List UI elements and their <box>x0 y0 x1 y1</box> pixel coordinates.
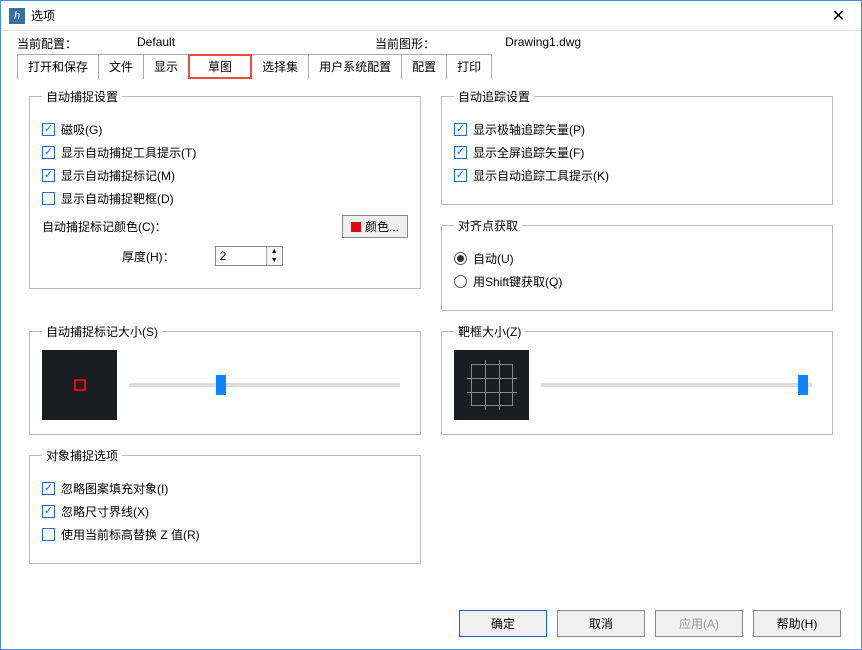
marker-icon <box>74 379 86 391</box>
tab-display[interactable]: 显示 <box>143 54 189 79</box>
autosnap-legend: 自动捕捉设置 <box>42 88 122 105</box>
drawing-value: Drawing1.dwg <box>505 35 581 52</box>
window-title: 选项 <box>31 7 55 24</box>
thickness-label: 厚度(H)： <box>122 248 175 265</box>
help-button[interactable]: 帮助(H) <box>753 610 841 637</box>
auto-radio-label: 自动(U) <box>473 250 514 267</box>
track-tooltip-label: 显示自动追踪工具提示(K) <box>473 167 609 184</box>
tab-content: 自动捕捉设置 磁吸(G) 显示自动捕捉工具提示(T) 显示自动捕捉标记(M) 显… <box>1 80 861 602</box>
fullscreen-checkbox[interactable] <box>454 146 467 159</box>
tab-user-pref[interactable]: 用户系统配置 <box>308 54 402 79</box>
ignore-hatch-checkbox[interactable] <box>42 482 55 495</box>
ignore-hatch-label: 忽略图案填充对象(I) <box>61 480 168 497</box>
cancel-button[interactable]: 取消 <box>557 610 645 637</box>
drawing-label: 当前图形： <box>375 35 435 52</box>
spin-down-icon[interactable]: ▼ <box>267 256 282 265</box>
tab-file[interactable]: 文件 <box>98 54 144 79</box>
options-dialog: h 选项 ✕ 当前配置： Default 当前图形： Drawing1.dwg … <box>0 0 862 650</box>
snap-aperture-checkbox[interactable] <box>42 192 55 205</box>
marker-color-label: 自动捕捉标记颜色(C)： <box>42 218 167 235</box>
alignment-group: 对齐点获取 自动(U) 用Shift键获取(Q) <box>441 217 833 311</box>
dialog-footer: 确定 取消 应用(A) 帮助(H) <box>1 602 861 649</box>
tab-sketch[interactable]: 草图 <box>188 54 252 79</box>
thickness-input[interactable] <box>216 247 266 265</box>
config-value: Default <box>137 35 175 52</box>
auto-radio[interactable] <box>454 252 467 265</box>
polar-label: 显示极轴追踪矢量(P) <box>473 121 585 138</box>
autotrack-legend: 自动追踪设置 <box>454 88 534 105</box>
titlebar: h 选项 ✕ <box>1 1 861 31</box>
shift-radio[interactable] <box>454 275 467 288</box>
close-button[interactable]: ✕ <box>816 1 861 30</box>
ignore-dim-label: 忽略尺寸界线(X) <box>61 503 149 520</box>
spin-up-icon[interactable]: ▲ <box>267 247 282 256</box>
alignment-legend: 对齐点获取 <box>454 217 522 234</box>
marker-preview <box>42 350 117 420</box>
snap-tooltip-checkbox[interactable] <box>42 146 55 159</box>
snap-marker-label: 显示自动捕捉标记(M) <box>61 167 175 184</box>
aperture-size-slider[interactable] <box>541 383 812 387</box>
thickness-stepper[interactable]: ▲▼ <box>215 246 283 266</box>
info-row: 当前配置： Default 当前图形： Drawing1.dwg <box>1 31 861 54</box>
marker-color-button[interactable]: 颜色... <box>342 215 408 238</box>
snap-tooltip-label: 显示自动捕捉工具提示(T) <box>61 144 196 161</box>
marker-size-group: 自动捕捉标记大小(S) <box>29 323 421 435</box>
autotrack-group: 自动追踪设置 显示极轴追踪矢量(P) 显示全屏追踪矢量(F) 显示自动追踪工具提… <box>441 88 833 205</box>
tab-bar: 打开和保存 文件 显示 草图 选择集 用户系统配置 配置 打印 <box>1 54 861 80</box>
fullscreen-label: 显示全屏追踪矢量(F) <box>473 144 584 161</box>
track-tooltip-checkbox[interactable] <box>454 169 467 182</box>
tab-config[interactable]: 配置 <box>401 54 447 79</box>
use-elev-checkbox[interactable] <box>42 528 55 541</box>
ok-button[interactable]: 确定 <box>459 610 547 637</box>
color-swatch-icon <box>351 222 361 232</box>
magnet-label: 磁吸(G) <box>61 121 102 138</box>
tab-print[interactable]: 打印 <box>446 54 492 79</box>
color-btn-label: 颜色... <box>365 218 399 235</box>
marker-size-slider[interactable] <box>129 383 400 387</box>
aperture-size-group: 靶框大小(Z) <box>441 323 833 435</box>
snap-marker-checkbox[interactable] <box>42 169 55 182</box>
magnet-checkbox[interactable] <box>42 123 55 136</box>
aperture-icon <box>471 364 513 406</box>
tab-selection[interactable]: 选择集 <box>251 54 309 79</box>
marker-size-legend: 自动捕捉标记大小(S) <box>42 323 162 340</box>
ignore-dim-checkbox[interactable] <box>42 505 55 518</box>
osnap-options-group: 对象捕捉选项 忽略图案填充对象(I) 忽略尺寸界线(X) 使用当前标高替换 Z … <box>29 447 421 564</box>
osnap-legend: 对象捕捉选项 <box>42 447 122 464</box>
snap-aperture-label: 显示自动捕捉靶框(D) <box>61 190 174 207</box>
use-elev-label: 使用当前标高替换 Z 值(R) <box>61 526 200 543</box>
polar-checkbox[interactable] <box>454 123 467 136</box>
aperture-preview <box>454 350 529 420</box>
tab-open-save[interactable]: 打开和保存 <box>17 54 99 79</box>
config-label: 当前配置： <box>17 35 77 52</box>
app-icon: h <box>9 8 25 24</box>
aperture-size-legend: 靶框大小(Z) <box>454 323 525 340</box>
apply-button[interactable]: 应用(A) <box>655 610 743 637</box>
shift-radio-label: 用Shift键获取(Q) <box>473 273 562 290</box>
autosnap-group: 自动捕捉设置 磁吸(G) 显示自动捕捉工具提示(T) 显示自动捕捉标记(M) 显… <box>29 88 421 289</box>
